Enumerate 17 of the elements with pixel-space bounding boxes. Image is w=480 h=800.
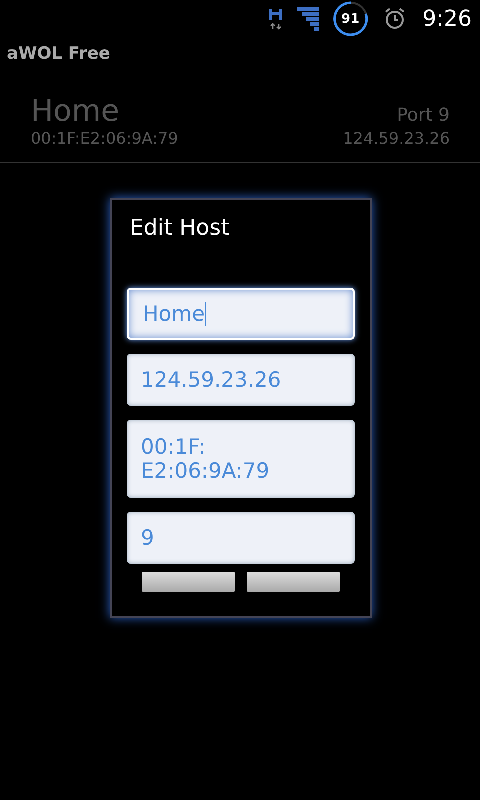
network-icon — [268, 8, 283, 30]
host-name: Home — [31, 94, 120, 129]
input-field[interactable]: 124.59.23.26 — [127, 354, 355, 406]
host-ip: 124.59.23.26 — [343, 129, 450, 148]
clock-time: 9:26 — [422, 6, 472, 32]
input-field[interactable]: 00:1F: E2:06:9A:79 — [127, 420, 355, 498]
dialog-button[interactable] — [247, 572, 340, 592]
battery-indicator: 91 — [332, 1, 369, 37]
alarm-clock-icon — [382, 7, 407, 31]
dialog-title: Edit Host — [129, 216, 231, 241]
signal-icon — [296, 7, 319, 31]
app-title: aWOL Free — [6, 43, 112, 66]
host-mac: 00:1F:E2:06:9A:79 — [31, 129, 178, 148]
input-field[interactable]: 9 — [127, 512, 355, 564]
host-port: Port 9 — [397, 105, 450, 126]
dialog-button[interactable] — [142, 572, 235, 592]
input-field[interactable]: Home — [127, 288, 355, 340]
